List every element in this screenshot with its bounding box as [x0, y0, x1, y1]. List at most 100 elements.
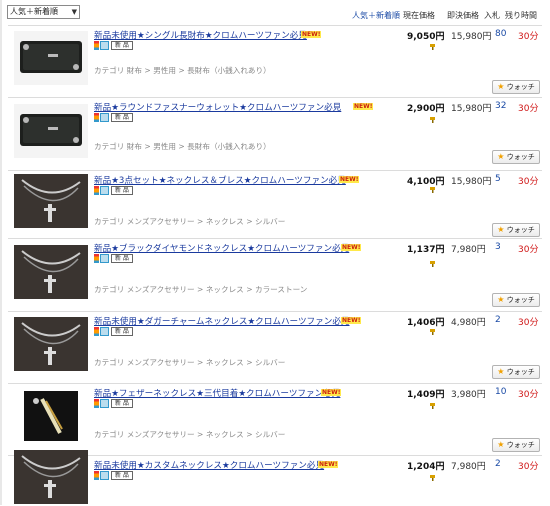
watch-button[interactable]: ★ ウォッチ [492, 223, 540, 237]
watch-button[interactable]: ★ ウォッチ [492, 293, 540, 307]
item-time-left: 30分 [518, 245, 539, 255]
item-current-price: 1,409円 [407, 390, 445, 400]
item-bid-count[interactable]: 2 [495, 459, 501, 469]
item-thumbnail[interactable] [14, 245, 88, 299]
category-link[interactable]: 長財布（小銭入れあり） [187, 66, 271, 75]
item-current-price: 9,050円 [407, 32, 445, 42]
category-link[interactable]: ネックレス [206, 285, 244, 294]
item-current-price: 1,137円 [407, 245, 445, 255]
item-thumbnail[interactable] [14, 317, 88, 371]
category-label: カテゴリ [94, 358, 125, 367]
header-current-price[interactable]: 現在価格 [403, 10, 435, 21]
shipping-icon [100, 399, 109, 408]
item-current-price: 1,204円 [407, 462, 445, 472]
category-link[interactable]: カラーストーン [255, 285, 307, 294]
list-item: 新品★フェザーネックレス★三代目着★クロムハーツファン必見 NEW! 新 品カテゴリ… [8, 383, 542, 456]
item-category: カテゴリ 財布 > 男性用 > 長財布（小銭入れあり） [94, 66, 271, 75]
item-time-left: 30分 [518, 104, 539, 114]
category-link[interactable]: ネックレス [206, 430, 244, 439]
condition-tag: 新 品 [111, 471, 133, 480]
watch-button[interactable]: ★ ウォッチ [492, 365, 540, 379]
item-category: カテゴリ メンズアクセサリー > ネックレス > シルバー [94, 430, 286, 439]
category-link[interactable]: 男性用 [153, 66, 176, 75]
pen-icon [94, 254, 99, 263]
item-buy-now-price: 7,980円 [451, 245, 486, 255]
category-link[interactable]: メンズアクセサリー [127, 358, 195, 367]
item-title-link[interactable]: 新品★ラウンドファスナーウォレット★クロムハーツファン必見 [94, 101, 341, 113]
category-link[interactable]: 財布 [127, 66, 142, 75]
pen-icon [94, 327, 99, 336]
condition-tag: 新 品 [111, 399, 133, 408]
shipping-icon [100, 186, 109, 195]
header-bids[interactable]: 入札 [484, 10, 500, 21]
category-link[interactable]: シルバー [255, 430, 285, 439]
category-label: カテゴリ [94, 142, 125, 151]
new-badge: NEW! [339, 176, 360, 183]
gavel-icon [430, 117, 435, 123]
item-bid-count[interactable]: 10 [495, 387, 506, 397]
item-current-price: 1,406円 [407, 318, 445, 328]
category-link[interactable]: メンズアクセサリー [127, 430, 195, 439]
item-badges: 新 品 [94, 471, 133, 480]
category-link[interactable]: ネックレス [206, 217, 244, 226]
gavel-icon [430, 187, 435, 193]
star-icon: ★ [497, 152, 505, 161]
item-time-left: 30分 [518, 390, 539, 400]
shipping-icon [100, 41, 109, 50]
category-label: カテゴリ [94, 285, 125, 294]
item-thumbnail[interactable] [14, 450, 88, 504]
item-thumbnail[interactable] [14, 31, 88, 85]
star-icon: ★ [497, 440, 505, 449]
item-badges: 新 品 [94, 41, 133, 50]
item-badges: 新 品 [94, 113, 133, 122]
header-popular-new[interactable]: 人気＋新着順 [352, 10, 400, 21]
watch-button[interactable]: ★ ウォッチ [492, 438, 540, 452]
item-title-link[interactable]: 新品未使用★ダガーチャームネックレス★クロムハーツファン必見 [94, 315, 350, 327]
item-thumbnail[interactable] [14, 104, 88, 158]
category-link[interactable]: シルバー [255, 358, 285, 367]
item-title-link[interactable]: 新品★3点セット★ネックレス＆ブレス★クロムハーツファン必見 [94, 174, 346, 186]
category-link[interactable]: 男性用 [153, 142, 176, 151]
gavel-icon [430, 403, 435, 409]
item-bid-count[interactable]: 80 [495, 29, 506, 39]
item-thumbnail[interactable] [14, 174, 88, 228]
pen-icon [94, 399, 99, 408]
shipping-icon [100, 471, 109, 480]
sort-order-select[interactable]: 人気＋新着順 ▼ [7, 5, 80, 19]
category-link[interactable]: メンズアクセサリー [127, 217, 195, 226]
item-current-price: 2,900円 [407, 104, 445, 114]
header-buy-now-price[interactable]: 即決価格 [447, 10, 479, 21]
item-title-link[interactable]: 新品★フェザーネックレス★三代目着★クロムハーツファン必見 [94, 387, 340, 399]
category-label: カテゴリ [94, 217, 125, 226]
list-item: 新品★ブラックダイヤモンドネックレス★クロムハーツファン必見 NEW! 新 品カテゴ… [8, 238, 542, 312]
list-item: 新品未使用★カスタムネックレス★クロムハーツファン必見 NEW! 新 品 1,204円… [8, 450, 542, 506]
item-bid-count[interactable]: 2 [495, 315, 501, 325]
item-bid-count[interactable]: 32 [495, 101, 506, 111]
star-icon: ★ [497, 367, 505, 376]
category-link[interactable]: ネックレス [206, 358, 244, 367]
item-title-link[interactable]: 新品★ブラックダイヤモンドネックレス★クロムハーツファン必見 [94, 242, 349, 254]
category-link[interactable]: 財布 [127, 142, 142, 151]
pen-icon [94, 41, 99, 50]
category-link[interactable]: 長財布（小銭入れあり） [187, 142, 271, 151]
item-category: カテゴリ メンズアクセサリー > ネックレス > シルバー [94, 217, 286, 226]
header-time-left[interactable]: 残り時間 [505, 10, 537, 21]
watch-button[interactable]: ★ ウォッチ [492, 80, 540, 94]
category-link[interactable]: メンズアクセサリー [127, 285, 195, 294]
watch-button[interactable]: ★ ウォッチ [492, 150, 540, 164]
new-badge: NEW! [301, 31, 322, 38]
category-link[interactable]: シルバー [255, 217, 285, 226]
item-bid-count[interactable]: 3 [495, 242, 501, 252]
item-title-link[interactable]: 新品未使用★カスタムネックレス★クロムハーツファン必見 [94, 459, 324, 471]
category-label: カテゴリ [94, 430, 125, 439]
item-bid-count[interactable]: 5 [495, 174, 501, 184]
item-time-left: 30分 [518, 32, 539, 42]
item-thumbnail[interactable] [14, 389, 88, 443]
pen-icon [94, 113, 99, 122]
item-title-link[interactable]: 新品未使用★シングル長財布★クロムハーツファン必見 [94, 29, 307, 41]
item-badges: 新 品 [94, 186, 133, 195]
item-time-left: 30分 [518, 462, 539, 472]
item-category: カテゴリ メンズアクセサリー > ネックレス > カラーストーン [94, 285, 308, 294]
item-badges: 新 品 [94, 399, 133, 408]
condition-tag: 新 品 [111, 186, 133, 195]
